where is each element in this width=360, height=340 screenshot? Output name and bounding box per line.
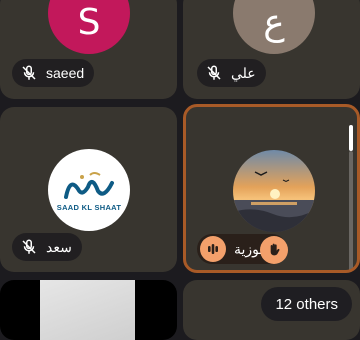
scrollbar-thumb[interactable] (349, 125, 353, 151)
avatar-saad-logo: SAAD KL SHAAT (48, 149, 130, 231)
avatar-ali: ع (233, 0, 315, 54)
audio-bars-icon (208, 244, 218, 254)
raised-hand-badge (260, 236, 288, 264)
avatar-initial: ع (263, 1, 285, 43)
avatar-fawzia-sunset (233, 150, 315, 232)
participant-tile-ali[interactable]: ع علي (183, 0, 360, 99)
participant-tile-video[interactable] (0, 280, 177, 340)
sunset-photo-icon (233, 150, 315, 232)
mic-off-icon (207, 65, 221, 80)
participant-tile-saeed[interactable]: S saeed (0, 0, 177, 99)
participant-tile-fawzia[interactable]: فوزية (183, 104, 360, 273)
participant-name: علي (231, 64, 256, 81)
name-pill-ali: علي (197, 59, 266, 87)
mic-off-icon (22, 239, 36, 254)
scroll-track (349, 151, 353, 270)
speaking-indicator (200, 236, 226, 262)
video-feed (40, 280, 135, 340)
participant-tile-others[interactable]: 12 others (183, 280, 360, 340)
participant-tile-saad[interactable]: SAAD KL SHAAT سعد (0, 107, 177, 272)
avatar-saeed: S (48, 0, 130, 54)
name-pill-saad: سعد (12, 233, 82, 261)
avatar-initial: S (77, 1, 101, 43)
raised-hand-icon (270, 243, 280, 256)
mic-off-icon (22, 65, 36, 80)
participant-name: saeed (46, 65, 85, 81)
others-count-button[interactable]: 12 others (261, 287, 352, 321)
logo-text: SAAD KL SHAAT (56, 202, 122, 212)
participant-name: سعد (46, 238, 72, 255)
name-pill-saeed: saeed (12, 59, 95, 87)
calligraphy-logo-icon (64, 171, 114, 199)
